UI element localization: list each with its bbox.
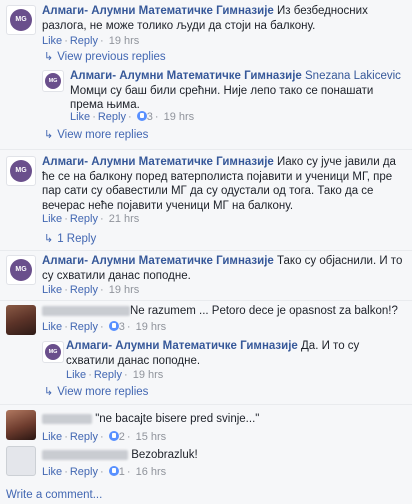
reply-link[interactable]: Reply: [70, 466, 98, 478]
reply-link[interactable]: Reply: [70, 284, 98, 296]
timestamp[interactable]: 19 hrs: [133, 369, 164, 381]
like-link[interactable]: Like: [42, 466, 62, 478]
reply-arrow-icon: ↳: [44, 129, 54, 141]
timestamp[interactable]: 19 hrs: [164, 111, 195, 123]
like-link[interactable]: Like: [42, 213, 62, 225]
timestamp[interactable]: 19 hrs: [109, 284, 140, 296]
like-link[interactable]: Like: [66, 369, 86, 381]
redacted-name[interactable]: [42, 305, 130, 316]
page-avatar[interactable]: MG: [6, 5, 36, 35]
reply-link[interactable]: Reply: [94, 369, 122, 381]
comment-text: Ne razumem ... Petoro dece je opasnost z…: [130, 305, 398, 317]
mg-logo-icon: MG: [10, 9, 32, 31]
reply-arrow-icon: ↳: [44, 233, 54, 245]
page-avatar[interactable]: MG: [42, 341, 64, 363]
like-count-icon: [108, 466, 119, 476]
mg-logo-icon: MG: [45, 344, 61, 360]
comment-text: Bezobrazluk!: [131, 449, 198, 461]
comment-actions: Like · Reply · 19 hrs: [42, 284, 140, 296]
like-count[interactable]: 3: [147, 111, 153, 123]
mg-logo-icon: MG: [10, 259, 32, 281]
author-name[interactable]: Алмаги- Алумни Математичке Гимназије: [66, 340, 298, 352]
like-count[interactable]: 2: [119, 431, 125, 443]
mg-logo-icon: MG: [45, 73, 61, 89]
timestamp[interactable]: 16 hrs: [136, 466, 167, 478]
view-more-replies[interactable]: ↳ View more replies: [44, 128, 148, 142]
author-name[interactable]: Алмаги- Алумни Математичке Гимназије: [42, 5, 274, 17]
reply-link[interactable]: Reply: [98, 111, 126, 123]
mention[interactable]: Snezana Lakicevic: [305, 70, 401, 82]
comment-actions: Like · Reply · 19 hrs: [66, 369, 164, 381]
reply-link[interactable]: Reply: [70, 431, 98, 443]
page-avatar[interactable]: MG: [6, 156, 36, 186]
reply-link[interactable]: Reply: [70, 213, 98, 225]
comment-actions: Like · Reply · 19 hrs: [42, 35, 140, 47]
like-count-icon: [108, 431, 119, 441]
like-link[interactable]: Like: [42, 284, 62, 296]
author-name[interactable]: Алмаги- Алумни Математичке Гимназије: [42, 255, 274, 267]
comment-text: Момци су баш били срећни. Није лепо тако…: [70, 84, 374, 112]
comment-actions: Like · Reply · 21 hrs: [42, 213, 140, 225]
author-name[interactable]: Алмаги- Алумни Математичке Гимназије: [70, 70, 302, 82]
reply-arrow-icon: ↳: [44, 386, 54, 398]
redacted-name[interactable]: [42, 413, 92, 424]
page-avatar[interactable]: MG: [6, 255, 36, 285]
redacted-name[interactable]: [42, 449, 128, 460]
view-replies[interactable]: ↳ 1 Reply: [44, 232, 96, 246]
like-link[interactable]: Like: [42, 431, 62, 443]
reply-link[interactable]: Reply: [70, 321, 98, 333]
user-avatar[interactable]: [6, 305, 36, 335]
mg-logo-icon: MG: [10, 160, 32, 182]
reply-arrow-icon: ↳: [44, 51, 54, 63]
like-count[interactable]: 1: [119, 466, 125, 478]
timestamp[interactable]: 19 hrs: [136, 321, 167, 333]
timestamp[interactable]: 21 hrs: [109, 213, 140, 225]
like-link[interactable]: Like: [42, 321, 62, 333]
like-count-icon: [108, 321, 119, 331]
user-avatar[interactable]: [6, 410, 36, 440]
view-more-replies[interactable]: ↳ View more replies: [44, 385, 148, 399]
comment-actions: Like · Reply · 1 · 16 hrs: [42, 466, 167, 478]
timestamp[interactable]: 19 hrs: [109, 35, 140, 47]
author-name[interactable]: Алмаги- Алумни Математичке Гимназије: [42, 156, 274, 168]
like-link[interactable]: Like: [42, 35, 62, 47]
user-avatar[interactable]: [6, 446, 36, 476]
comment-text: "ne bacajte bisere pred svinje...": [95, 413, 260, 425]
like-count[interactable]: 3: [119, 321, 125, 333]
write-comment-link[interactable]: Write a comment...: [6, 489, 102, 501]
comment-actions: Like · Reply · 2 · 15 hrs: [42, 431, 167, 443]
like-link[interactable]: Like: [70, 111, 90, 123]
page-avatar[interactable]: MG: [42, 70, 64, 92]
comment-actions: Like · Reply · 3 · 19 hrs: [42, 321, 167, 333]
reply-link[interactable]: Reply: [70, 35, 98, 47]
view-previous-replies[interactable]: ↳ View previous replies: [44, 50, 166, 64]
timestamp[interactable]: 15 hrs: [136, 431, 167, 443]
comment-actions: Like · Reply · 3 · 19 hrs: [70, 111, 195, 123]
like-count-icon: [136, 111, 147, 121]
